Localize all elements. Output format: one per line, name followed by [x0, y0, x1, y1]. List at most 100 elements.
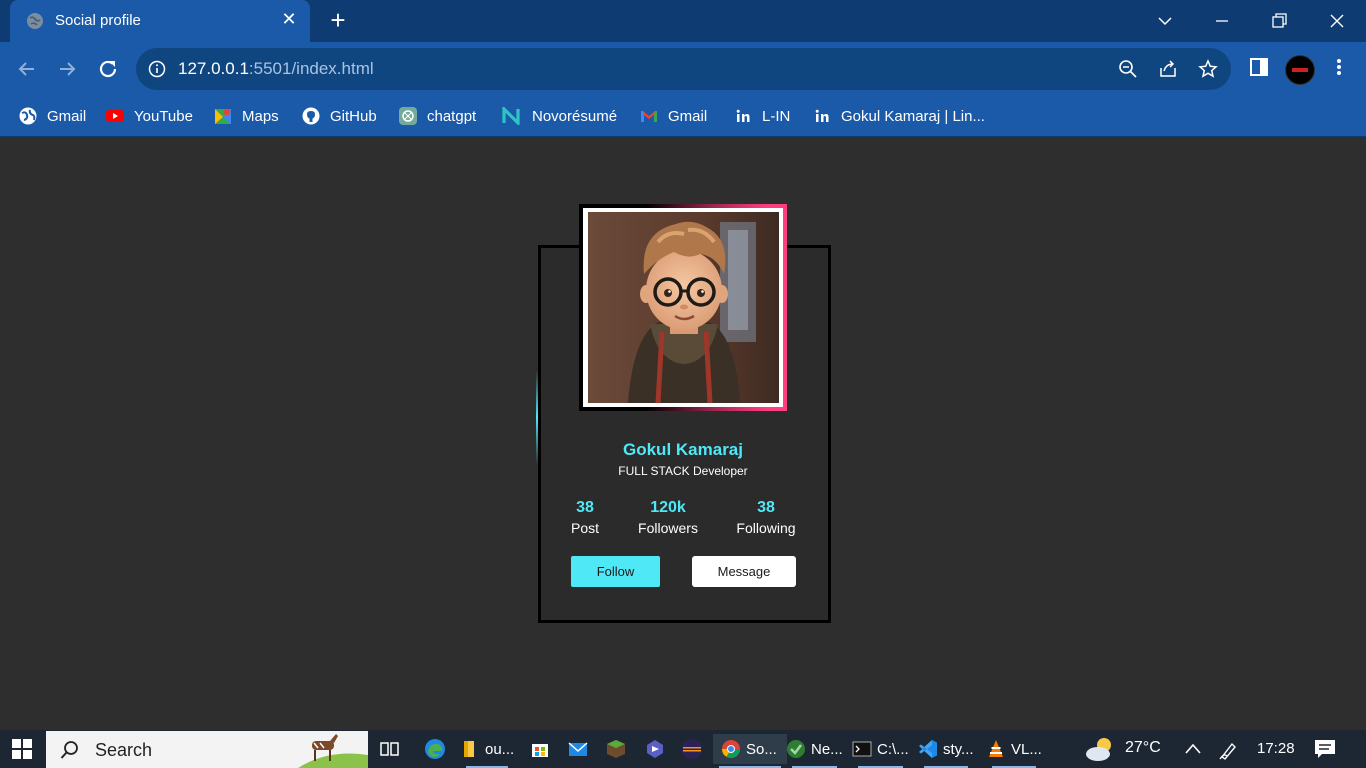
vlc-icon: [989, 740, 1003, 757]
taskbar-app-browser[interactable]: Ne...: [786, 734, 843, 768]
stat-followers: 120k Followers: [618, 499, 718, 536]
tab-social-profile[interactable]: Social profile ✕: [10, 0, 310, 42]
taskbar-app-chrome[interactable]: So...: [713, 734, 787, 768]
task-view-icon[interactable]: [380, 739, 400, 759]
edge-icon[interactable]: [424, 738, 446, 760]
tab-title: Social profile: [55, 12, 141, 29]
follow-button[interactable]: Follow: [571, 556, 660, 587]
bookmark-maps[interactable]: Maps: [214, 104, 279, 128]
profile-avatar-icon[interactable]: [1285, 55, 1315, 85]
tab-strip: Social profile ✕ +: [0, 0, 1366, 42]
menu-icon[interactable]: [1328, 56, 1350, 78]
app-label: So...: [746, 740, 777, 758]
bookmark-label: Gokul Kamaraj | Lin...: [841, 107, 985, 125]
restore-icon[interactable]: [1268, 10, 1290, 32]
bookmark-gmail-2[interactable]: Gmail: [640, 104, 707, 128]
search-highlight-image: [298, 734, 368, 768]
mail-icon[interactable]: [568, 739, 588, 759]
bookmark-label: Gmail: [668, 107, 708, 125]
browser-icon: [787, 740, 805, 758]
taskbar-app-terminal[interactable]: C:\...: [852, 734, 909, 768]
taskbar-app-vscode[interactable]: sty...: [918, 734, 974, 768]
windows-start-icon[interactable]: [12, 739, 32, 759]
bookmark-label: YouTube: [134, 107, 193, 125]
profile-role: FULL STACK Developer: [618, 464, 748, 478]
maps-icon: [215, 108, 231, 124]
close-window-icon[interactable]: [1326, 10, 1348, 32]
message-button[interactable]: Message: [692, 556, 796, 587]
bookmark-youtube[interactable]: YouTube: [106, 104, 193, 128]
globe-icon: [19, 107, 37, 125]
app-label: VL...: [1011, 740, 1042, 758]
address-bar[interactable]: 127.0.0.1:5501/index.html: [136, 48, 1231, 90]
bookmark-label: GitHub: [330, 107, 377, 125]
eclipse-icon[interactable]: [681, 738, 703, 760]
chatgpt-icon: [399, 107, 417, 125]
github-icon: [302, 107, 320, 125]
profile-photo: [588, 212, 779, 403]
youtube-icon: [106, 110, 124, 122]
search-label: Search: [95, 740, 153, 760]
info-icon[interactable]: [148, 60, 166, 78]
store-icon[interactable]: [530, 739, 550, 759]
avatar: [588, 212, 779, 403]
linkedin-icon: [734, 107, 752, 125]
file-explorer-icon: [464, 741, 474, 757]
bookmark-novoresume[interactable]: Novorésumé: [500, 104, 617, 128]
profile-photo-frame: [579, 204, 787, 411]
stat-following: 38 Following: [716, 499, 816, 536]
app-label: C:\...: [877, 740, 909, 758]
clock-time[interactable]: 17:28: [1257, 740, 1295, 757]
taskbar-app-explorer[interactable]: ou...: [460, 734, 515, 768]
profile-photo-border: [583, 208, 783, 407]
close-tab-icon[interactable]: ✕: [280, 10, 298, 28]
linkedin-icon: [813, 107, 831, 125]
bookmark-label: chatgpt: [427, 107, 477, 125]
bookmark-label: L-IN: [762, 107, 791, 125]
chevron-up-icon[interactable]: [1184, 741, 1202, 757]
url-text: 127.0.0.1:5501/index.html: [178, 59, 374, 79]
weather-icon[interactable]: [1084, 736, 1116, 762]
pen-icon[interactable]: [1218, 739, 1240, 761]
search-icon: [60, 741, 78, 759]
bookmark-github[interactable]: GitHub: [302, 104, 377, 128]
bookmark-l-in[interactable]: L-IN: [734, 104, 790, 128]
back-icon[interactable]: [14, 56, 40, 82]
notification-icon[interactable]: [1314, 739, 1336, 759]
stat-value: 38: [757, 499, 775, 516]
bookmark-chatgpt[interactable]: chatgpt: [399, 104, 476, 128]
bookmark-gmail[interactable]: Gmail: [19, 104, 86, 128]
profile-name: Gokul Kamaraj: [623, 440, 743, 459]
url-path: :5501/index.html: [248, 59, 374, 78]
taskbar-app-vlc[interactable]: VL...: [986, 734, 1042, 768]
minimize-icon[interactable]: [1211, 10, 1233, 32]
share-icon[interactable]: [1158, 59, 1178, 79]
app-label: Ne...: [811, 740, 843, 758]
stat-label: Following: [736, 520, 796, 536]
minecraft-icon[interactable]: [605, 738, 627, 760]
tab-search-icon[interactable]: [1154, 10, 1176, 32]
bookmark-label: Gmail: [47, 107, 87, 125]
taskbar: Search ou... So... Ne... C:\... sty... V…: [0, 730, 1366, 768]
gmail-icon: [641, 111, 657, 122]
stat-value: 120k: [650, 499, 686, 516]
stat-label: Followers: [638, 520, 698, 536]
vscode-icon: [919, 740, 937, 758]
forward-icon[interactable]: [54, 56, 80, 82]
url-host: 127.0.0.1: [178, 59, 249, 78]
side-panel-icon[interactable]: [1248, 56, 1270, 78]
bookmark-gokul-linkedin[interactable]: Gokul Kamaraj | Lin...: [813, 104, 985, 128]
reload-icon[interactable]: [95, 56, 121, 82]
chrome-icon: [722, 740, 740, 759]
bookmark-label: Novorésumé: [532, 107, 618, 125]
star-icon[interactable]: [1198, 59, 1218, 79]
clipchamp-icon[interactable]: [644, 738, 666, 760]
weather-temperature[interactable]: 27°C: [1125, 739, 1161, 757]
bookmark-label: Maps: [242, 107, 279, 125]
taskbar-search[interactable]: Search: [46, 731, 368, 768]
new-tab-button[interactable]: +: [327, 7, 349, 33]
app-label: ou...: [485, 740, 515, 758]
bookmarks-bar: Gmail YouTube Maps GitHub chatgpt Novoré…: [0, 96, 1366, 137]
novoresume-icon: [502, 107, 520, 125]
zoom-icon[interactable]: [1118, 59, 1138, 79]
